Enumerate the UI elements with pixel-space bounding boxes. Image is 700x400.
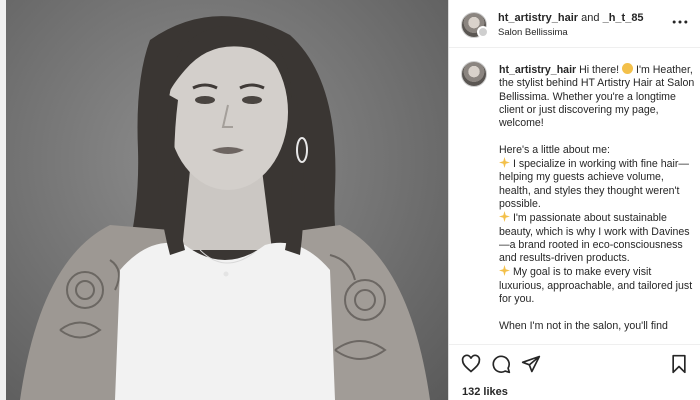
caption-scroll-area[interactable]: ht_artistry_hair Hi there! I'm Heather, … (449, 49, 700, 344)
heart-icon[interactable] (461, 354, 481, 374)
sparkles-emoji (499, 211, 510, 223)
send-icon[interactable] (521, 354, 541, 374)
caption-author-avatar[interactable] (461, 61, 487, 87)
sparkles-emoji (499, 157, 510, 169)
coauthor-username-link[interactable]: _h_t_85 (603, 12, 644, 24)
author-username-link[interactable]: ht_artistry_hair (498, 12, 578, 24)
caption-point-2: I'm passionate about sustainable beauty,… (499, 212, 690, 265)
post-side-panel: ht_artistry_hair and _h_t_85 Salon Belli… (448, 0, 700, 400)
comment-icon[interactable] (491, 354, 511, 374)
portrait-photo (20, 16, 430, 400)
caption-username-link[interactable]: ht_artistry_hair (499, 64, 576, 76)
post-authors: ht_artistry_hair and _h_t_85 (498, 12, 644, 24)
caption-point-3: My goal is to make every visit luxurious… (499, 266, 693, 306)
caption-point-1: I specialize in working with fine hair—h… (499, 158, 690, 210)
more-horizontal-icon[interactable] (669, 12, 691, 32)
post-actions-bar (449, 344, 700, 378)
coauthor-avatar[interactable] (477, 26, 489, 38)
bookmark-icon[interactable] (669, 354, 689, 374)
likes-count[interactable]: 132 likes (462, 386, 508, 398)
sparkles-emoji (499, 265, 510, 277)
caption-about-heading: Here's a little about me: (499, 143, 610, 156)
photo-edge (0, 0, 6, 400)
coauthor-joiner: and (581, 12, 600, 24)
waving-hand-emoji (622, 63, 634, 74)
post-photo[interactable] (0, 0, 448, 400)
post-location-link[interactable]: Salon Bellissima (498, 27, 568, 38)
caption-closing: When I'm not in the salon, you'll find (499, 319, 668, 332)
post-header: ht_artistry_hair and _h_t_85 Salon Belli… (449, 0, 700, 48)
post-caption: ht_artistry_hair Hi there! I'm Heather, … (499, 63, 695, 333)
caption-intro: Hi there! (579, 64, 620, 76)
